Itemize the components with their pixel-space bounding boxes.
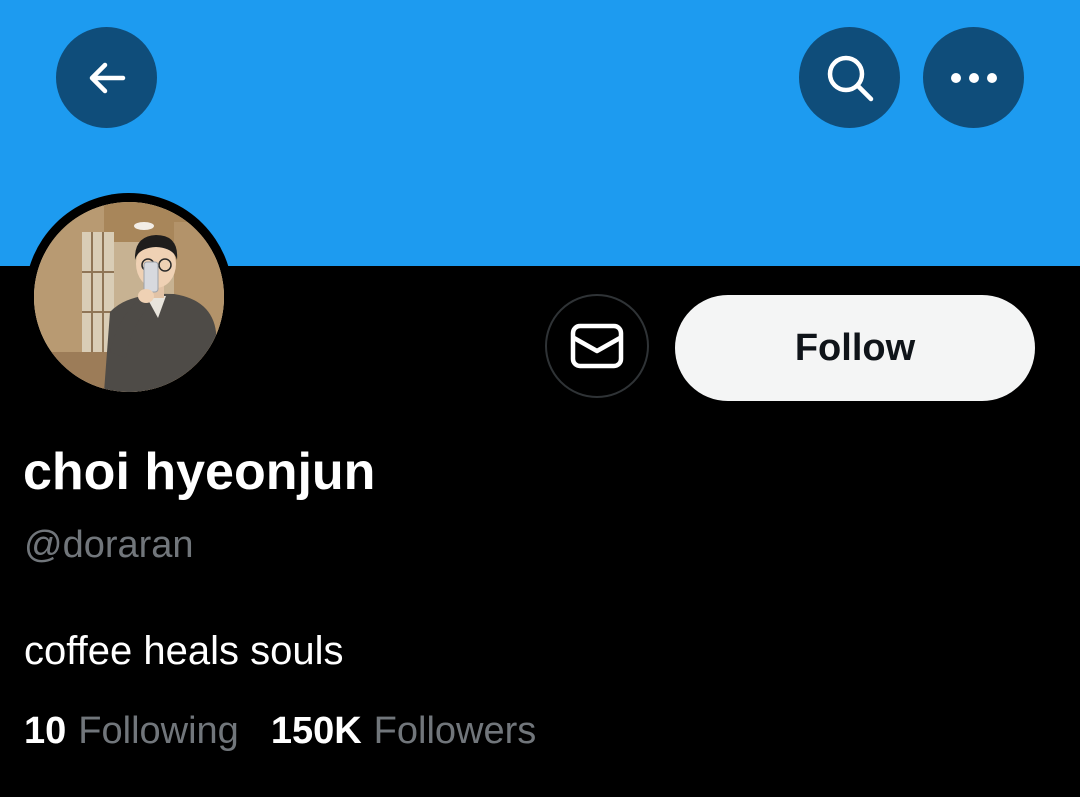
back-button[interactable] — [56, 27, 157, 128]
search-button[interactable] — [799, 27, 900, 128]
follow-button[interactable]: Follow — [675, 295, 1035, 401]
followers-label: Followers — [373, 710, 537, 752]
following-link[interactable]: 10 Following — [24, 704, 239, 758]
envelope-icon — [570, 323, 624, 369]
follow-stats: 10 Following 150K Followers — [24, 704, 536, 758]
followers-link[interactable]: 150K Followers — [271, 704, 536, 758]
more-horizontal-icon — [950, 72, 997, 83]
profile-page: Follow choi hyeonjun @doraran coffee hea… — [0, 0, 1080, 797]
arrow-left-icon — [89, 62, 125, 93]
username-handle: @doraran — [24, 524, 194, 566]
avatar[interactable] — [34, 202, 224, 392]
display-name: choi hyeonjun — [23, 443, 376, 501]
following-count: 10 — [24, 710, 67, 752]
avatar-photo — [34, 202, 224, 392]
more-options-button[interactable] — [923, 27, 1024, 128]
followers-count: 150K — [270, 710, 362, 752]
message-button[interactable] — [545, 294, 649, 398]
profile-bio: coffee heals souls — [24, 629, 344, 673]
following-label: Following — [78, 710, 239, 752]
search-icon — [827, 55, 873, 101]
